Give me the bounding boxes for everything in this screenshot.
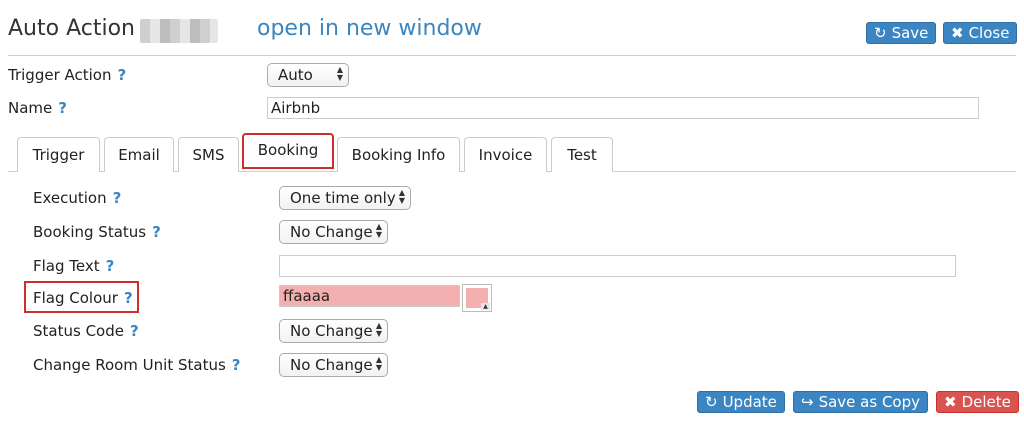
help-icon[interactable]: ?: [124, 289, 133, 307]
status-code-label: Status Code: [33, 322, 124, 340]
execution-label-row: Execution?: [33, 189, 121, 207]
execution-select[interactable]: One time only ▲ ▼: [279, 186, 411, 210]
booking-status-select[interactable]: No Change ▲ ▼: [279, 220, 388, 244]
refresh-icon: ↻: [705, 393, 718, 411]
help-icon[interactable]: ?: [232, 356, 241, 374]
room-unit-status-select-value: No Change: [290, 356, 373, 374]
trigger-action-label: Trigger Action: [8, 66, 112, 84]
save-button-label: Save: [891, 24, 929, 42]
flag-text-label-row: Flag Text?: [33, 257, 114, 275]
tab-email[interactable]: Email: [104, 137, 174, 172]
open-new-window-link[interactable]: open in new window: [257, 16, 482, 41]
flag-colour-input[interactable]: ffaaaa: [279, 285, 460, 307]
select-arrows-icon: ▲ ▼: [398, 188, 405, 205]
delete-button-label: Delete: [961, 393, 1011, 411]
header-divider: [8, 55, 1016, 56]
select-arrows-icon: ▲ ▼: [375, 355, 382, 372]
save-as-copy-button-label: Save as Copy: [818, 393, 920, 411]
update-button[interactable]: ↻ Update: [697, 391, 785, 413]
dropdown-triangle-icon: ▲: [481, 303, 490, 310]
execution-label: Execution: [33, 189, 107, 207]
tab-test[interactable]: Test: [551, 137, 613, 172]
help-icon[interactable]: ?: [152, 223, 161, 241]
flag-text-label: Flag Text: [33, 257, 100, 275]
page-title: Auto Action: [8, 16, 135, 41]
help-icon[interactable]: ?: [113, 189, 122, 207]
delete-button[interactable]: ✖ Delete: [936, 391, 1019, 413]
update-button-label: Update: [722, 393, 777, 411]
tab-booking[interactable]: Booking: [242, 133, 334, 169]
refresh-icon: ↻: [874, 24, 887, 42]
close-icon: ✖: [951, 24, 964, 42]
share-icon: ↪: [801, 393, 814, 411]
redacted-id: [140, 19, 218, 43]
name-label-row: Name?: [8, 99, 67, 117]
select-arrows-icon: ▲ ▼: [336, 65, 343, 82]
trigger-action-select[interactable]: Auto ▲ ▼: [267, 63, 349, 87]
tab-invoice[interactable]: Invoice: [464, 137, 547, 172]
room-unit-status-label: Change Room Unit Status: [33, 356, 226, 374]
name-label: Name: [8, 99, 53, 117]
flag-colour-label-row: Flag Colour?: [24, 281, 139, 313]
colour-picker-button[interactable]: ▲: [462, 284, 492, 312]
trigger-action-label-row: Trigger Action?: [8, 66, 126, 84]
close-button-label: Close: [968, 24, 1010, 42]
room-unit-status-select[interactable]: No Change ▲ ▼: [279, 353, 388, 377]
status-code-select[interactable]: No Change ▲ ▼: [279, 319, 388, 343]
status-code-select-value: No Change: [290, 322, 373, 340]
tab-booking-info[interactable]: Booking Info: [337, 137, 460, 172]
close-icon: ✖: [944, 393, 957, 411]
help-icon[interactable]: ?: [117, 66, 126, 84]
tab-trigger[interactable]: Trigger: [17, 137, 100, 172]
booking-status-label-row: Booking Status?: [33, 223, 161, 241]
execution-select-value: One time only: [290, 189, 396, 207]
booking-status-select-value: No Change: [290, 223, 373, 241]
select-arrows-icon: ▲ ▼: [375, 222, 382, 239]
help-icon[interactable]: ?: [58, 99, 67, 117]
room-unit-status-label-row: Change Room Unit Status?: [33, 356, 240, 374]
booking-status-label: Booking Status: [33, 223, 147, 241]
help-icon[interactable]: ?: [106, 257, 115, 275]
status-code-label-row: Status Code?: [33, 322, 139, 340]
name-input[interactable]: Airbnb: [267, 97, 979, 119]
trigger-action-select-value: Auto: [278, 66, 313, 84]
save-button[interactable]: ↻ Save: [866, 22, 937, 44]
help-icon[interactable]: ?: [130, 322, 139, 340]
flag-text-input[interactable]: [279, 255, 956, 277]
tab-sms[interactable]: SMS: [178, 137, 239, 172]
select-arrows-icon: ▲ ▼: [375, 321, 382, 338]
close-button[interactable]: ✖ Close: [943, 22, 1018, 44]
save-as-copy-button[interactable]: ↪ Save as Copy: [793, 391, 928, 413]
flag-colour-label: Flag Colour: [33, 289, 118, 307]
